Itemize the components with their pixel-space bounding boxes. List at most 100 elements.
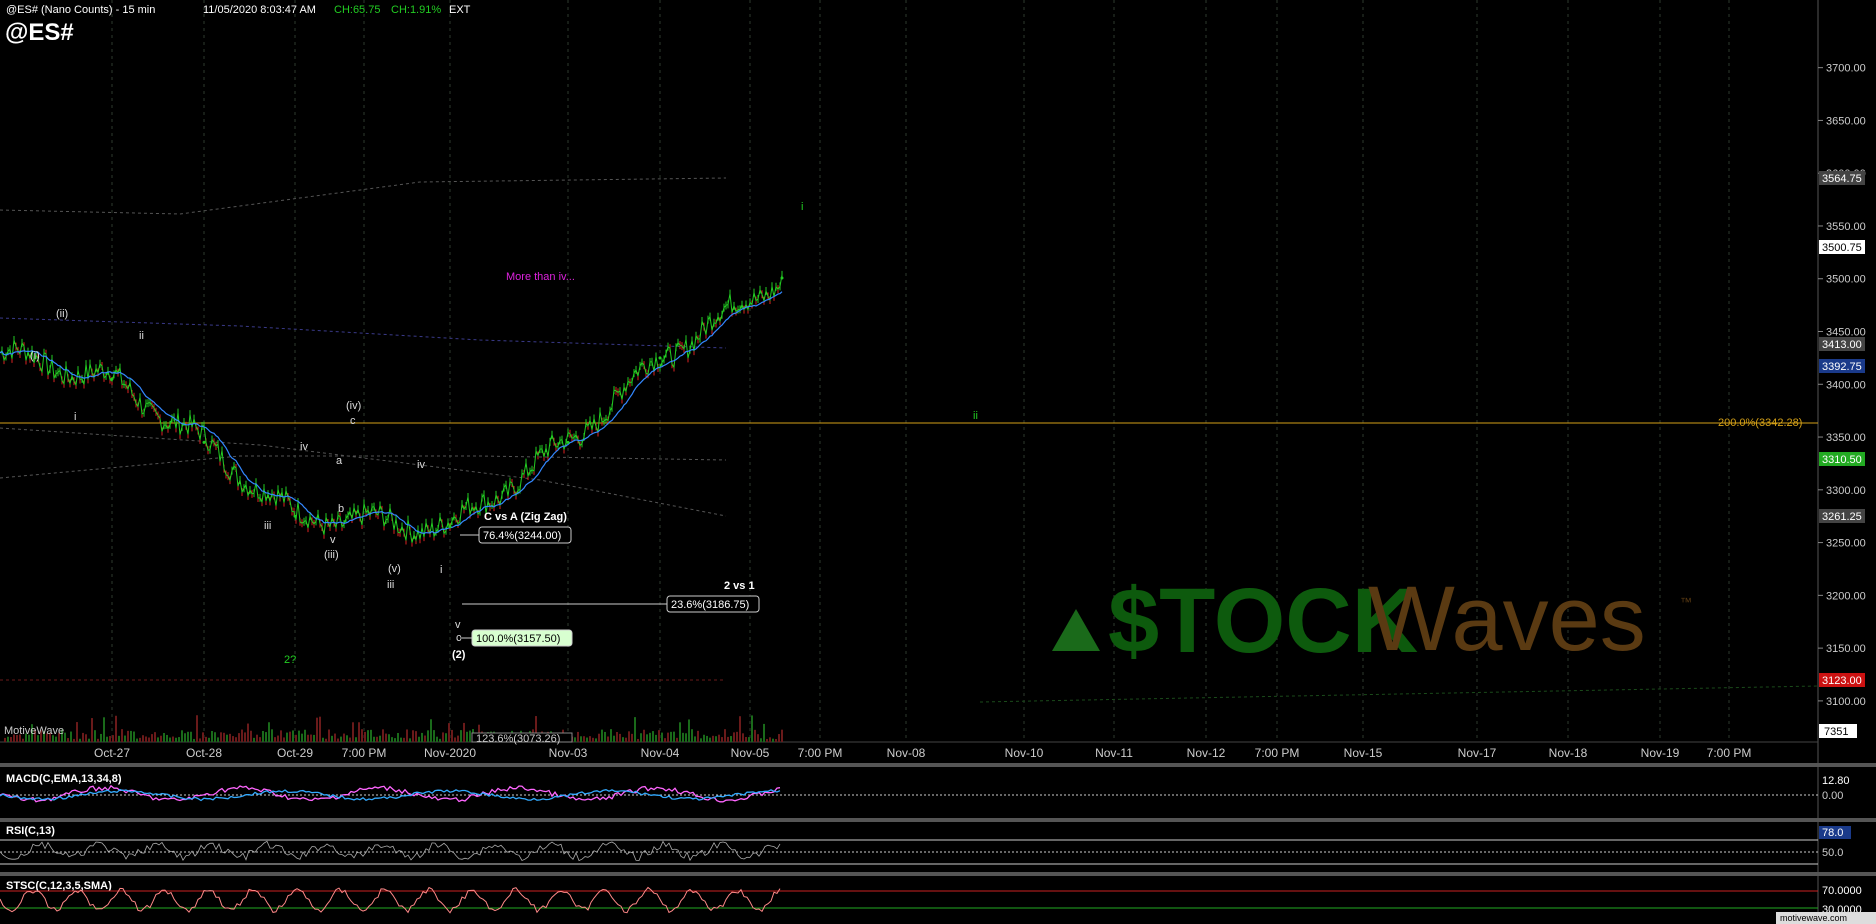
volume-bar — [682, 732, 684, 742]
volume-bar — [271, 729, 273, 742]
volume-bar — [232, 736, 234, 742]
volume-bar — [193, 738, 195, 742]
volume-bar — [340, 736, 342, 742]
volume-bar — [10, 736, 12, 742]
volume-bar — [745, 736, 747, 742]
price-tick-label: 3450.00 — [1826, 327, 1866, 339]
volume-bar — [280, 730, 282, 742]
macd-panel[interactable]: MACD(C,EMA,13,34,8) 12.80 0.00 — [0, 773, 1857, 803]
time-label: Nov-19 — [1641, 746, 1680, 760]
volume-bar — [421, 732, 423, 742]
macd-label: MACD(C,EMA,13,34,8) — [6, 773, 122, 785]
wave-label: (v) — [388, 563, 401, 575]
volume-bar — [283, 737, 285, 742]
price-tick-label: 3300.00 — [1826, 485, 1866, 497]
wave-label: (iii) — [324, 549, 339, 561]
volume-bar — [775, 738, 777, 742]
volume-bar — [127, 730, 129, 742]
volume-bar — [109, 736, 111, 742]
volume-bar — [337, 738, 339, 742]
volume-bar — [310, 734, 312, 742]
volume-bar — [181, 730, 183, 742]
volume-bar — [589, 736, 591, 742]
volume-bar — [328, 729, 330, 742]
volume-bar — [199, 738, 201, 742]
volume-bar — [154, 732, 156, 742]
volume-bar — [655, 734, 657, 742]
volume-bar — [91, 718, 93, 742]
volume-bar — [349, 737, 351, 742]
time-label: Nov-12 — [1187, 746, 1226, 760]
volume-bar — [772, 738, 774, 742]
volume-bar — [187, 731, 189, 742]
volume-bar — [733, 732, 735, 742]
volume-bar — [436, 736, 438, 742]
volume-bar — [295, 734, 297, 742]
price-badge-text: 7351 — [1824, 726, 1848, 738]
volume-bar — [457, 735, 459, 742]
price-point — [448, 525, 452, 529]
volume-bar — [115, 715, 117, 742]
change-pct: CH:1.91% — [391, 4, 441, 16]
price-point — [566, 440, 570, 444]
volume-bar — [463, 722, 465, 742]
wave-label: i — [74, 411, 76, 423]
volume-bar — [169, 737, 171, 742]
volume-bar — [598, 733, 600, 742]
wave-label: iii — [264, 520, 271, 532]
price-point — [293, 514, 297, 518]
volume-bar — [688, 719, 690, 742]
volume-bar — [223, 732, 225, 742]
volume-bar — [343, 733, 345, 742]
volume-bar — [364, 731, 366, 742]
volume-bar — [172, 736, 174, 742]
c-vs-a-note: C vs A (Zig Zag) — [484, 511, 567, 523]
volume-bar — [292, 730, 294, 742]
wave-label: (i) — [30, 350, 40, 362]
wave-label: c — [350, 415, 356, 427]
stsc-upper: 70.0000 — [1822, 885, 1862, 897]
volume-bar — [367, 730, 369, 742]
price-tick-label: 3350.00 — [1826, 432, 1866, 444]
volume-bar — [577, 731, 579, 742]
volume-bar — [106, 736, 108, 742]
volume-bar — [226, 734, 228, 742]
volume-bar — [718, 734, 720, 742]
volume-bar — [676, 737, 678, 742]
chart-canvas[interactable]: 3700.003650.003600.003550.003500.003450.… — [0, 0, 1876, 924]
volume-bar — [706, 735, 708, 742]
volume-bar — [607, 736, 609, 742]
rsi-panel[interactable]: RSI(C,13) 78.0 50.0 — [0, 825, 1851, 865]
volume-bar — [442, 732, 444, 742]
panel-divider — [0, 763, 1876, 767]
stsc-panel[interactable]: STSC(C,12,3,5,SMA) 70.0000 30.0000 — [0, 880, 1875, 916]
wave-label: iii — [387, 579, 394, 591]
session-label: EXT — [449, 4, 471, 16]
volume-bar — [220, 732, 222, 742]
volume-bar — [259, 737, 261, 742]
wave-label: iv — [300, 441, 308, 453]
volume-bar — [748, 737, 750, 742]
volume-bar — [268, 722, 270, 742]
volume-bar — [121, 729, 123, 742]
volume-bar — [781, 729, 783, 742]
volume-bar — [4, 737, 6, 742]
time-label: Nov-11 — [1095, 746, 1133, 760]
macd-line — [0, 784, 781, 803]
stockwaves-watermark: $TOCK Waves ™ — [1052, 568, 1692, 672]
volume-bar — [697, 730, 699, 742]
volume-bar — [373, 736, 375, 742]
volume-bar — [307, 734, 309, 742]
volume-bar — [178, 737, 180, 742]
site-link[interactable]: motivewave.com — [1780, 913, 1847, 923]
rsi-label: RSI(C,13) — [6, 825, 55, 837]
volume-bar — [382, 729, 384, 742]
volume-bar — [439, 738, 441, 742]
price-tick-label: 3650.00 — [1826, 115, 1866, 127]
volume-bar — [394, 738, 396, 742]
volume-bar — [604, 731, 606, 742]
volume-bar — [664, 738, 666, 742]
volume-bar — [763, 723, 765, 742]
motivewave-brand: MotiveWave — [4, 725, 64, 737]
volume-bar — [211, 730, 213, 742]
